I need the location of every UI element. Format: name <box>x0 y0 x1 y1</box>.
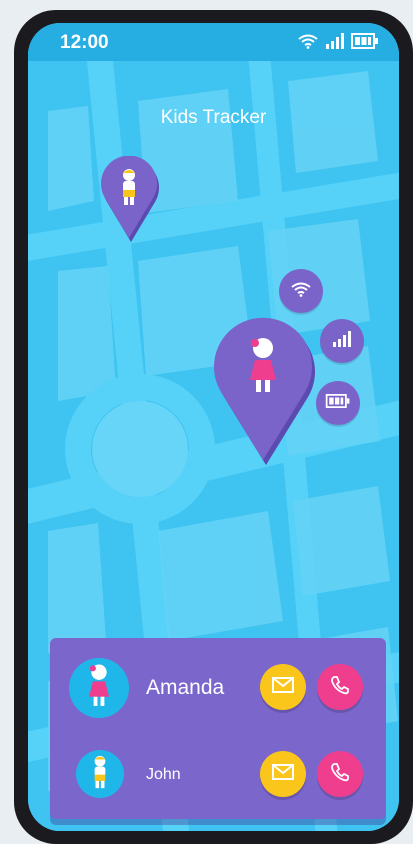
avatar-john <box>76 750 124 798</box>
avatar-amanda <box>69 658 129 718</box>
mail-icon <box>272 676 294 698</box>
signal-icon <box>332 330 352 352</box>
map-pin-boy[interactable] <box>99 155 159 242</box>
phone-icon <box>330 675 350 700</box>
battery-status-bubble[interactable] <box>316 381 360 425</box>
signal-status-bubble[interactable] <box>320 319 364 363</box>
app-screen: 12:00 Kids Tracker Amanda John <box>28 23 399 831</box>
phone-icon <box>330 762 350 787</box>
boy-icon <box>118 168 140 211</box>
girl-icon <box>85 663 113 714</box>
wifi-icon <box>290 281 312 302</box>
call-amanda-button[interactable] <box>317 664 363 710</box>
mail-icon <box>272 763 294 785</box>
wifi-icon <box>297 33 319 54</box>
boy-icon <box>90 755 110 794</box>
app-title: Kids Tracker <box>160 107 267 128</box>
contacts-card: Amanda John <box>50 638 386 819</box>
status-bar: 12:00 <box>28 23 399 61</box>
contact-row-john[interactable]: John <box>50 738 386 819</box>
map-pin-girl[interactable] <box>211 316 315 466</box>
contact-name: John <box>146 766 181 783</box>
status-time: 12:00 <box>60 32 109 53</box>
signal-icon <box>325 33 345 54</box>
wifi-status-bubble[interactable] <box>279 269 323 313</box>
girl-icon <box>245 336 281 401</box>
battery-icon <box>325 393 351 413</box>
message-amanda-button[interactable] <box>260 664 306 710</box>
contact-name: Amanda <box>146 676 225 699</box>
battery-icon <box>351 33 379 54</box>
contact-row-amanda[interactable]: Amanda <box>50 638 386 738</box>
call-john-button[interactable] <box>317 751 363 797</box>
message-john-button[interactable] <box>260 751 306 797</box>
